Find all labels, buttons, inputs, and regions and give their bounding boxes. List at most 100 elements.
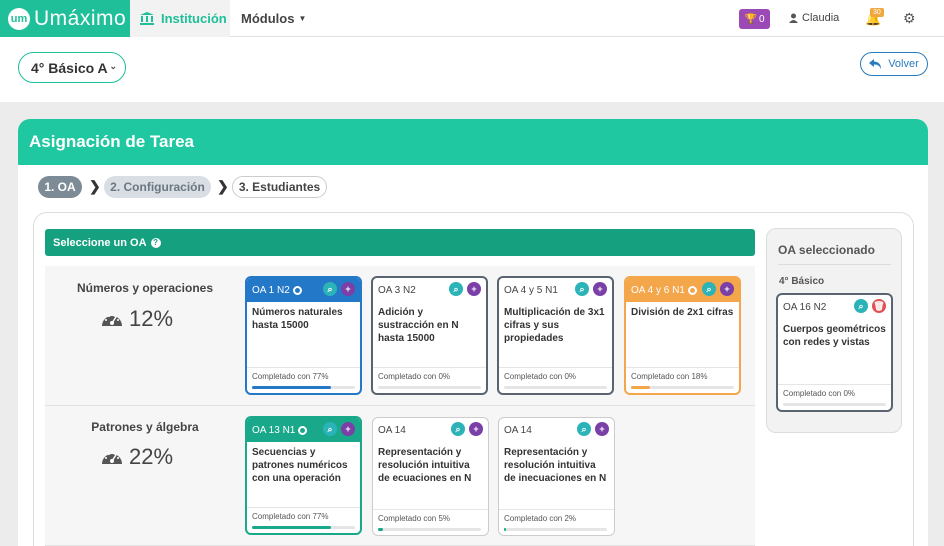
- user-name: Claudia: [802, 12, 840, 24]
- add-icon[interactable]: +: [341, 422, 355, 436]
- card-header: OA 16 N2 ⌕ 🗑: [778, 295, 891, 319]
- target-icon: [292, 285, 302, 295]
- trophy-icon: 🏆: [744, 13, 757, 25]
- progress-bar: [504, 386, 607, 389]
- progress-fill: [378, 528, 384, 531]
- trash-icon[interactable]: 🗑: [872, 299, 886, 313]
- progress-bar: [378, 528, 481, 531]
- card-code: OA 14: [378, 424, 406, 436]
- card-footer: Completado con 0%: [499, 367, 612, 393]
- gear-icon[interactable]: ⚙: [903, 10, 916, 27]
- select-oa-header: Seleccione un OA ?: [45, 229, 755, 256]
- progress-fill: [252, 386, 332, 389]
- search-icon[interactable]: ⌕: [451, 422, 465, 436]
- search-icon[interactable]: ⌕: [702, 282, 716, 296]
- panel-title: Asignación de Tarea: [18, 119, 928, 165]
- card-footer: Completado con 0%: [373, 367, 486, 393]
- add-icon[interactable]: +: [469, 422, 483, 436]
- card-completed: Completado con 18%: [631, 372, 708, 381]
- card-completed: Completado con 77%: [252, 372, 329, 381]
- card-description: Multiplicación de 3x1 cifras y sus propi…: [504, 307, 605, 344]
- row-title: Patrones y álgebra: [91, 420, 199, 434]
- progress-bar: [252, 526, 355, 529]
- card-header: OA 4 y 6 N1 ⌕ +: [626, 278, 739, 302]
- search-icon[interactable]: ⌕: [449, 282, 463, 296]
- card-footer: Completado con 77%: [247, 367, 360, 393]
- gauge-icon: [102, 453, 122, 464]
- grade-select-value: 4° Básico A: [31, 59, 108, 76]
- institution-icon: [140, 12, 154, 25]
- progress-bar: [631, 386, 734, 389]
- step-configuracion[interactable]: 2. Configuración: [104, 176, 211, 198]
- card-code: OA 3 N2: [378, 284, 416, 296]
- card-description: Representación y resolución intuitiva de…: [504, 447, 607, 484]
- card-footer: Completado con 18%: [626, 367, 739, 393]
- card-header: OA 1 N2 ⌕ +: [247, 278, 360, 302]
- search-icon[interactable]: ⌕: [854, 299, 868, 313]
- divider: [778, 264, 891, 265]
- progress-bar: [783, 403, 886, 406]
- oa-card[interactable]: OA 14 ⌕ + Representación y resolución int…: [498, 417, 615, 536]
- card-header: OA 3 N2 ⌕ +: [373, 278, 486, 302]
- nav-institucion-label: Institución: [161, 11, 227, 26]
- grade-select[interactable]: 4° Básico A ⌄: [18, 52, 126, 83]
- step-estudiantes[interactable]: 3. Estudiantes: [232, 176, 327, 198]
- chevron-right-icon: ❯: [217, 178, 229, 194]
- chevron-right-icon: ❯: [89, 178, 101, 194]
- user-menu[interactable]: Claudia: [789, 12, 839, 24]
- card-header: OA 14 ⌕ +: [499, 418, 614, 442]
- row-percent-value: 12%: [129, 306, 174, 331]
- card-code: OA 14: [504, 424, 532, 436]
- search-icon[interactable]: ⌕: [577, 422, 591, 436]
- back-button[interactable]: Volver: [860, 52, 928, 76]
- progress-bar: [504, 528, 607, 531]
- card-code: OA 16 N2: [783, 301, 827, 313]
- card-description: Cuerpos geométricos con redes y vistas: [783, 324, 886, 348]
- progress-fill: [504, 528, 507, 531]
- card-description: División de 2x1 cifras: [631, 307, 734, 318]
- top-navbar: um Umáximo Institución Módulos ▼ 🏆 0 Claud…: [0, 0, 944, 37]
- selected-oa-card[interactable]: OA 16 N2 ⌕ 🗑 Cuerpos geométricos con rede…: [776, 293, 893, 412]
- add-icon[interactable]: +: [720, 282, 734, 296]
- notification-count: 30: [870, 8, 884, 17]
- card-completed: Completado con 77%: [252, 512, 329, 521]
- search-icon[interactable]: ⌕: [323, 422, 337, 436]
- card-completed: Completado con 0%: [504, 372, 577, 381]
- selected-oa-grade: 4° Básico: [779, 276, 825, 287]
- card-header: OA 13 N1 ⌕ +: [247, 418, 360, 442]
- row-title: Números y operaciones: [76, 281, 214, 295]
- nav-modulos-dropdown[interactable]: Módulos ▼: [241, 11, 306, 26]
- card-code: OA 1 N2: [252, 284, 290, 296]
- trophy-badge[interactable]: 🏆 0: [739, 9, 770, 29]
- card-footer: Completado con 77%: [247, 507, 360, 533]
- oa-card[interactable]: OA 4 y 5 N1 ⌕ + Multiplicación de 3x1 cif…: [497, 276, 614, 395]
- oa-card[interactable]: OA 4 y 6 N1 ⌕ + División de 2x1 cifras Co…: [624, 276, 741, 395]
- card-footer: Completado con 2%: [499, 509, 614, 535]
- search-icon[interactable]: ⌕: [323, 282, 337, 296]
- target-icon: [687, 285, 697, 295]
- card-code: OA 4 y 5 N1: [504, 284, 558, 296]
- card-description: Números naturales hasta 15000: [252, 307, 343, 331]
- search-icon[interactable]: ⌕: [575, 282, 589, 296]
- row-percent: 22%: [101, 444, 173, 470]
- card-footer: Completado con 5%: [373, 509, 488, 535]
- oa-card[interactable]: OA 13 N1 ⌕ + Secuencias y patrones numéri…: [245, 416, 362, 535]
- card-completed: Completado con 2%: [504, 514, 577, 523]
- chevron-down-icon: ⌄: [109, 61, 117, 71]
- add-icon[interactable]: +: [467, 282, 481, 296]
- add-icon[interactable]: +: [593, 282, 607, 296]
- brand-logo[interactable]: um Umáximo: [0, 0, 130, 37]
- oa-card[interactable]: OA 1 N2 ⌕ + Números naturales hasta 15000…: [245, 276, 362, 395]
- add-icon[interactable]: +: [595, 422, 609, 436]
- nav-institucion[interactable]: Institución: [130, 0, 230, 37]
- oa-card[interactable]: OA 3 N2 ⌕ + Adición y sustracción en N ha…: [371, 276, 488, 395]
- progress-fill: [252, 526, 332, 529]
- nav-modulos-label: Módulos: [241, 11, 295, 26]
- target-icon: [298, 425, 308, 435]
- help-icon[interactable]: ?: [150, 237, 161, 248]
- step-oa[interactable]: 1. OA: [38, 176, 82, 198]
- oa-card[interactable]: OA 14 ⌕ + Representación y resolución int…: [372, 417, 489, 536]
- caret-down-icon: ▼: [298, 14, 307, 23]
- row-percent-value: 22%: [129, 444, 174, 469]
- add-icon[interactable]: +: [341, 282, 355, 296]
